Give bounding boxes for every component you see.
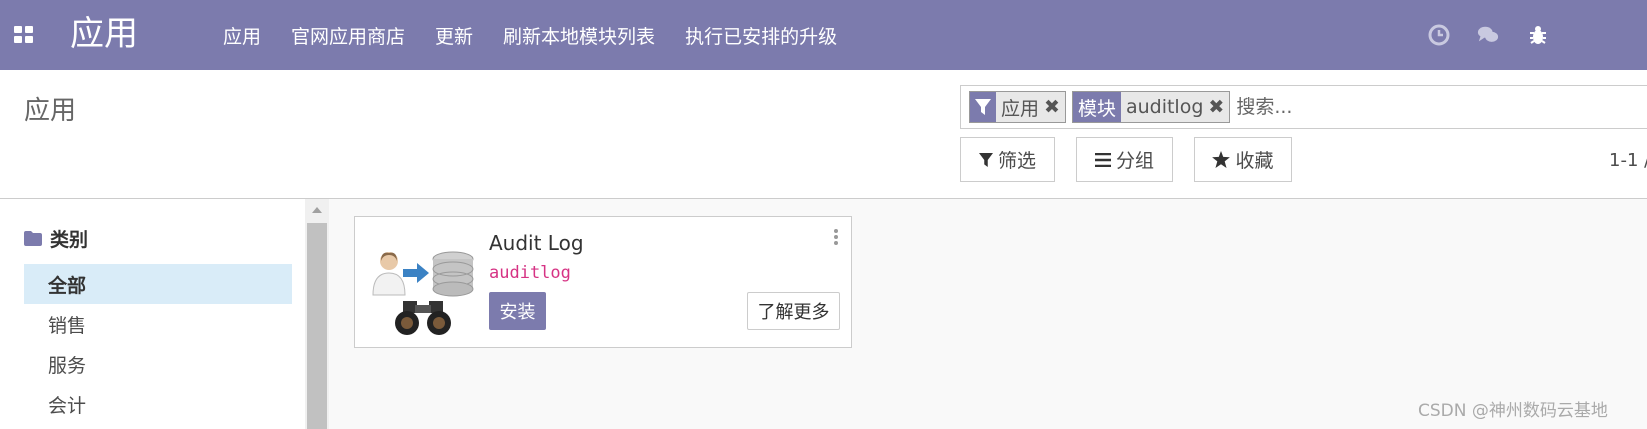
group-by-button-label: 分组 — [1115, 150, 1154, 172]
sidebar-header: 类别 — [24, 225, 88, 252]
learn-more-button[interactable]: 了解更多 — [747, 292, 840, 330]
facet-remove-icon[interactable]: ✖ — [1044, 96, 1065, 118]
module-card[interactable]: Audit Log auditlog 安装 了解更多 — [354, 216, 852, 348]
sidebar-scrollbar[interactable] — [305, 199, 329, 429]
facet-value: 应用 — [1001, 97, 1040, 120]
filter-button-label: 筛选 — [997, 150, 1036, 172]
audit-log-module-icon — [372, 251, 474, 335]
search-input[interactable] — [1236, 96, 1537, 118]
apps-grid-icon[interactable] — [14, 26, 34, 44]
star-icon — [1212, 151, 1231, 168]
facet-remove-icon[interactable]: ✖ — [1208, 96, 1229, 118]
favorites-button-label: 收藏 — [1235, 150, 1274, 172]
folder-icon — [24, 231, 42, 246]
menu-item-apps[interactable]: 应用 — [223, 22, 261, 49]
list-icon — [1094, 152, 1111, 167]
module-technical-name: auditlog — [489, 263, 571, 283]
control-panel: 应用 应用 ✖ 模块 auditlog ✖ 筛选 分组 收藏 1-1 / — [0, 70, 1647, 199]
favorites-button[interactable]: 收藏 — [1194, 137, 1292, 182]
top-menu: 应用 官网应用商店 更新 刷新本地模块列表 执行已安排的升级 — [223, 0, 867, 70]
menu-item-app-store[interactable]: 官网应用商店 — [291, 22, 405, 49]
sidebar-item-services[interactable]: 服务 — [24, 344, 292, 384]
category-sidebar: 类别 全部 销售 服务 会计 — [0, 199, 305, 429]
search-facet-module[interactable]: 模块 auditlog ✖ — [1071, 91, 1231, 123]
watermark-text: CSDN @神州数码云基地 — [1418, 401, 1608, 421]
top-navbar: 应用 应用 官网应用商店 更新 刷新本地模块列表 执行已安排的升级 — [0, 0, 1647, 70]
sidebar-item-sales[interactable]: 销售 — [24, 304, 292, 344]
install-button[interactable]: 安装 — [489, 292, 546, 330]
menu-item-apply-scheduled-upgrades[interactable]: 执行已安排的升级 — [685, 22, 837, 49]
sidebar-item-accounting[interactable]: 会计 — [24, 384, 292, 424]
card-dropdown-kebab-icon[interactable] — [832, 229, 840, 247]
module-title: Audit Log — [489, 231, 584, 255]
scrollbar-thumb[interactable] — [307, 223, 327, 429]
sidebar-header-label: 类别 — [50, 229, 89, 251]
facet-value: auditlog — [1125, 96, 1204, 118]
facet-label: 模块 — [1072, 92, 1121, 122]
chat-icon[interactable] — [1477, 24, 1499, 46]
filter-icon — [978, 152, 993, 167]
page-title: 应用 — [24, 96, 77, 126]
menu-item-updates[interactable]: 更新 — [435, 22, 473, 49]
app-brand-title: 应用 — [70, 14, 138, 54]
scroll-up-arrow-icon[interactable] — [312, 207, 322, 213]
filter-button[interactable]: 筛选 — [960, 137, 1055, 182]
debug-bug-icon[interactable] — [1527, 24, 1549, 46]
group-by-button[interactable]: 分组 — [1076, 137, 1173, 182]
sidebar-item-all[interactable]: 全部 — [24, 264, 292, 304]
pager-value[interactable]: 1-1 / — [1609, 150, 1647, 171]
filter-icon — [970, 92, 996, 122]
search-facet-category[interactable]: 应用 ✖ — [969, 91, 1066, 123]
menu-item-update-module-list[interactable]: 刷新本地模块列表 — [503, 22, 655, 49]
search-bar[interactable]: 应用 ✖ 模块 auditlog ✖ — [960, 85, 1647, 129]
clock-icon[interactable] — [1428, 24, 1450, 46]
